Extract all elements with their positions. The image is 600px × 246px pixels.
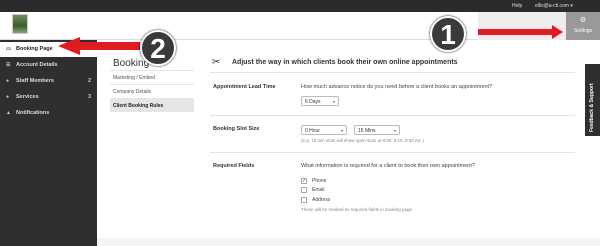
annotation-badge-1: 1	[430, 16, 466, 52]
annotation-layer	[58, 25, 563, 55]
annotation-badge-2: 2	[140, 30, 176, 66]
annotation-arrow-2	[58, 37, 140, 55]
annotation-arrow-1	[478, 25, 563, 39]
